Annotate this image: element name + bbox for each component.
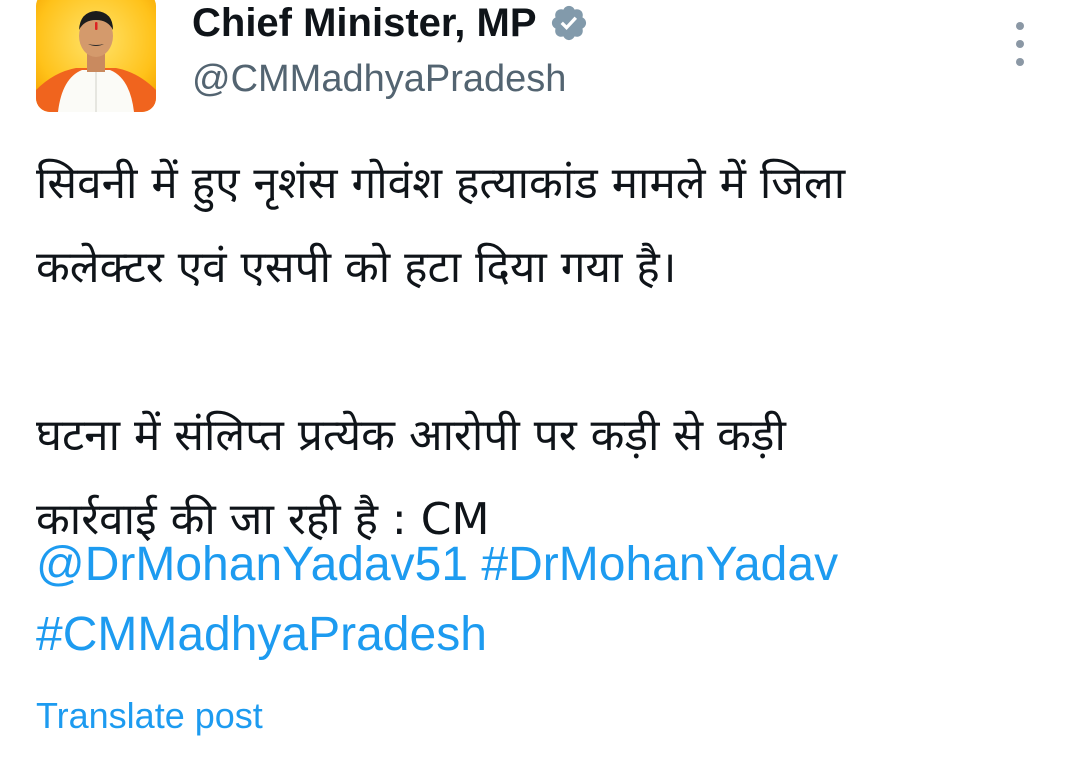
post-line: सिवनी में हुए नृशंस गोवंश हत्याकांड मामल… (36, 158, 846, 209)
more-options-icon[interactable] (1008, 22, 1032, 66)
mention-link[interactable]: @DrMohanYadav51 (36, 538, 468, 591)
more-dot (1016, 58, 1024, 66)
author-display-name[interactable]: Chief Minister, MP (192, 0, 537, 46)
author-handle[interactable]: @CMMadhyaPradesh (192, 56, 589, 102)
more-dot (1016, 40, 1024, 48)
author-name-row: Chief Minister, MP (192, 0, 589, 46)
hashtag-link[interactable]: #CMMadhyaPradesh (36, 608, 487, 661)
post-line: कलेक्टर एवं एसपी को हटा दिया गया है। (36, 242, 677, 293)
hashtag-link[interactable]: #DrMohanYadav (481, 538, 838, 591)
avatar[interactable] (36, 0, 156, 112)
post-container: Chief Minister, MP @CMMadhyaPradesh सिवन… (0, 0, 1080, 771)
more-dot (1016, 22, 1024, 30)
post-links: @DrMohanYadav51 #DrMohanYadav #CMMadhyaP… (36, 530, 1046, 670)
author-info[interactable]: Chief Minister, MP @CMMadhyaPradesh (192, 0, 589, 102)
post-paragraph-1: सिवनी में हुए नृशंस गोवंश हत्याकांड मामल… (36, 142, 1046, 310)
verified-badge-icon (551, 5, 586, 41)
translate-post-link[interactable]: Translate post (36, 694, 263, 738)
post-line: घटना में संलिप्त प्रत्येक आरोपी पर कड़ी … (36, 410, 786, 461)
post-text: सिवनी में हुए नृशंस गोवंश हत्याकांड मामल… (36, 142, 1046, 562)
avatar-image (36, 0, 156, 112)
